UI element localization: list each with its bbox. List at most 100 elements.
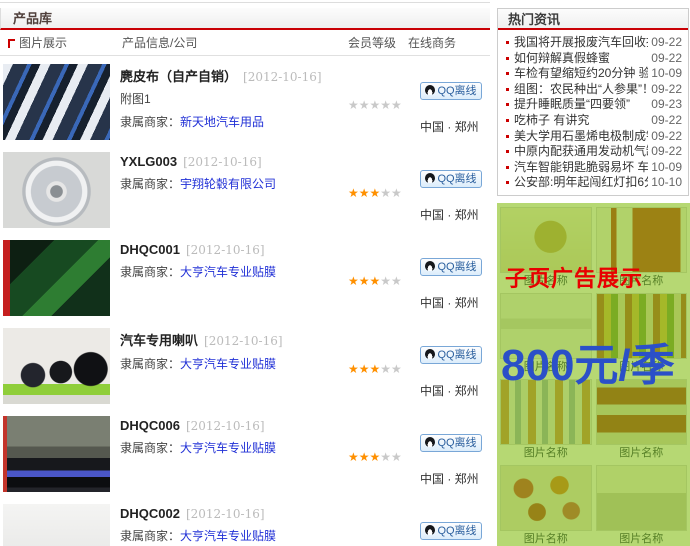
qq-penguin-icon — [425, 261, 435, 271]
news-date: 10-09 — [648, 66, 682, 82]
product-title[interactable]: 麂皮布（自产自销）[2012-10-16] — [120, 66, 348, 85]
member-level-stars: ★★★★★ — [348, 186, 420, 200]
news-item[interactable]: 如何辩解真假蜂蜜09-22 — [506, 51, 682, 67]
qq-offline-button[interactable]: QQ离线 — [420, 82, 482, 100]
bullet-icon — [506, 103, 509, 106]
hot-news-title: 热门资讯 — [498, 9, 688, 30]
product-title[interactable]: YXLG003[2012-10-16] — [120, 154, 348, 169]
product-location: 中国 · 郑州 — [420, 470, 486, 487]
news-item[interactable]: 提升睡眠质量“四要领”09-23 — [506, 97, 682, 113]
page: 产品库 图片展示 产品信息/公司 会员等级 在线商务 麂皮布（自产自销）[201… — [0, 0, 690, 546]
ad-overlay-text-price: 800元/季 — [501, 329, 675, 393]
product-info: DHQC002[2012-10-16] 隶属商家：大亨汽车专业贴膜 — [120, 506, 348, 544]
qq-offline-button[interactable]: QQ离线 — [420, 434, 482, 452]
vendor-line: 隶属商家：大亨汽车专业贴膜 — [120, 527, 348, 544]
news-item[interactable]: 汽车智能钥匙脆弱易坏 车主需10-09 — [506, 160, 682, 176]
product-location: 中国 · 郑州 — [420, 382, 486, 399]
product-info: YXLG003[2012-10-16] 隶属商家：宇翔轮毂有限公司 — [120, 154, 348, 192]
bullet-icon — [506, 166, 509, 169]
news-date: 09-22 — [648, 51, 682, 67]
product-photo-alloy-wheel[interactable] — [3, 152, 110, 228]
bullet-icon — [506, 150, 509, 153]
product-library-panel: 产品库 图片展示 产品信息/公司 会员等级 在线商务 麂皮布（自产自销）[201… — [0, 0, 490, 546]
news-item[interactable]: 车检有望缩短约20分钟 验车将10-09 — [506, 66, 682, 82]
news-date: 09-22 — [648, 144, 682, 160]
bullet-icon — [506, 88, 509, 91]
column-info-header: 产品信息/公司 — [122, 30, 197, 56]
qq-penguin-icon — [425, 437, 435, 447]
vendor-line: 隶属商家：宇翔轮毂有限公司 — [120, 175, 348, 192]
product-photo-suede-cloth[interactable] — [3, 64, 110, 140]
product-date: [2012-10-16] — [183, 155, 262, 169]
product-info: 汽车专用喇叭[2012-10-16] 隶属商家：大亨汽车专业贴膜 — [120, 330, 348, 372]
product-row: 麂皮布（自产自销）[2012-10-16] 附图1 隶属商家：新天地汽车用品 ★… — [0, 56, 490, 144]
news-item[interactable]: 组图：农民种出“人参果”！09-22 — [506, 82, 682, 98]
news-date: 09-22 — [648, 35, 682, 51]
qq-offline-button[interactable]: QQ离线 — [420, 522, 482, 540]
product-date: [2012-10-16] — [186, 243, 265, 257]
bullet-icon — [506, 119, 509, 122]
product-date: [2012-10-16] — [186, 507, 265, 521]
news-date: 10-09 — [648, 160, 682, 176]
member-level-stars: ★★★★★ — [348, 98, 420, 112]
qq-penguin-icon — [425, 525, 435, 535]
vendor-link[interactable]: 大亨汽车专业贴膜 — [180, 529, 276, 543]
vendor-link[interactable]: 大亨汽车专业贴膜 — [180, 441, 276, 455]
news-item[interactable]: 吃柿子 有讲究09-22 — [506, 113, 682, 129]
product-location: 中国 · 郑州 — [420, 206, 486, 223]
bullet-icon — [506, 181, 509, 184]
product-row: DHQC006[2012-10-16] 隶属商家：大亨汽车专业贴膜 ★★★★★ … — [0, 408, 490, 496]
product-info: DHQC001[2012-10-16] 隶属商家：大亨汽车专业贴膜 — [120, 242, 348, 280]
bullet-icon — [506, 72, 509, 75]
product-row: 汽车专用喇叭[2012-10-16] 隶属商家：大亨汽车专业贴膜 ★★★★★ Q… — [0, 320, 490, 408]
sub-page-ad-banner[interactable]: 图片名称 图片名称 图片名称 图片名称 图片名称 图片名称 图片名称 图片名称 … — [497, 203, 690, 546]
vendor-line: 隶属商家：大亨汽车专业贴膜 — [120, 263, 348, 280]
news-list: 我国将开展报废汽车回收拆解09-22 如何辩解真假蜂蜜09-22 车检有望缩短约… — [498, 30, 688, 191]
product-photo-speakers[interactable] — [3, 328, 110, 404]
product-row: DHQC001[2012-10-16] 隶属商家：大亨汽车专业贴膜 ★★★★★ … — [0, 232, 490, 320]
vendor-link[interactable]: 大亨汽车专业贴膜 — [180, 357, 276, 371]
news-item[interactable]: 美大学用石墨烯电极制成锂电09-22 — [506, 129, 682, 145]
product-row: DHQC002[2012-10-16] 隶属商家：大亨汽车专业贴膜 QQ离线 — [0, 496, 490, 546]
bullet-icon — [506, 41, 509, 44]
bullet-icon — [506, 57, 509, 60]
hot-news-panel: 热门资讯 我国将开展报废汽车回收拆解09-22 如何辩解真假蜂蜜09-22 车检… — [497, 8, 689, 196]
product-library-title: 产品库 — [0, 8, 490, 30]
column-level-header: 会员等级 — [348, 30, 396, 56]
vendor-line: 隶属商家：新天地汽车用品 — [120, 113, 348, 130]
product-date: [2012-10-16] — [243, 70, 322, 84]
product-row: YXLG003[2012-10-16] 隶属商家：宇翔轮毂有限公司 ★★★★★ … — [0, 144, 490, 232]
column-online-header: 在线商务 — [408, 30, 456, 56]
product-rows: 麂皮布（自产自销）[2012-10-16] 附图1 隶属商家：新天地汽车用品 ★… — [0, 56, 490, 546]
news-item[interactable]: 中原内配获通用发动机气缸套09-22 — [506, 144, 682, 160]
product-date: [2012-10-16] — [186, 419, 265, 433]
qq-offline-button[interactable]: QQ离线 — [420, 346, 482, 364]
product-title[interactable]: DHQC006[2012-10-16] — [120, 418, 348, 433]
product-location: 中国 · 郑州 — [420, 294, 486, 311]
qq-offline-button[interactable]: QQ离线 — [420, 258, 482, 276]
news-item[interactable]: 公安部:明年起闯红灯扣6分 挡10-10 — [506, 175, 682, 191]
product-attachment[interactable]: 附图1 — [120, 90, 348, 107]
vendor-line: 隶属商家：大亨汽车专业贴膜 — [120, 439, 348, 456]
vendor-link[interactable]: 新天地汽车用品 — [180, 115, 264, 129]
ad-overlay-text-line1: 子页广告展示 — [505, 261, 643, 293]
vendor-link[interactable]: 大亨汽车专业贴膜 — [180, 265, 276, 279]
product-info: 麂皮布（自产自销）[2012-10-16] 附图1 隶属商家：新天地汽车用品 — [120, 66, 348, 130]
vendor-link[interactable]: 宇翔轮毂有限公司 — [180, 177, 276, 191]
news-date: 09-22 — [648, 129, 682, 145]
vendor-line: 隶属商家：大亨汽车专业贴膜 — [120, 355, 348, 372]
product-title[interactable]: 汽车专用喇叭[2012-10-16] — [120, 330, 348, 349]
member-level-stars: ★★★★★ — [348, 362, 420, 376]
top-divider — [0, 2, 490, 3]
product-title[interactable]: DHQC001[2012-10-16] — [120, 242, 348, 257]
news-date: 09-22 — [648, 82, 682, 98]
column-image-header: 图片展示 — [8, 30, 67, 56]
product-location: 中国 · 郑州 — [420, 118, 486, 135]
product-photo-accessory[interactable] — [3, 504, 110, 546]
product-info: DHQC006[2012-10-16] 隶属商家：大亨汽车专业贴膜 — [120, 418, 348, 456]
product-title[interactable]: DHQC002[2012-10-16] — [120, 506, 348, 521]
news-item[interactable]: 我国将开展报废汽车回收拆解09-22 — [506, 35, 682, 51]
product-photo-car-stereo[interactable] — [3, 416, 110, 492]
product-photo-film-boxes[interactable] — [3, 240, 110, 316]
qq-offline-button[interactable]: QQ离线 — [420, 170, 482, 188]
